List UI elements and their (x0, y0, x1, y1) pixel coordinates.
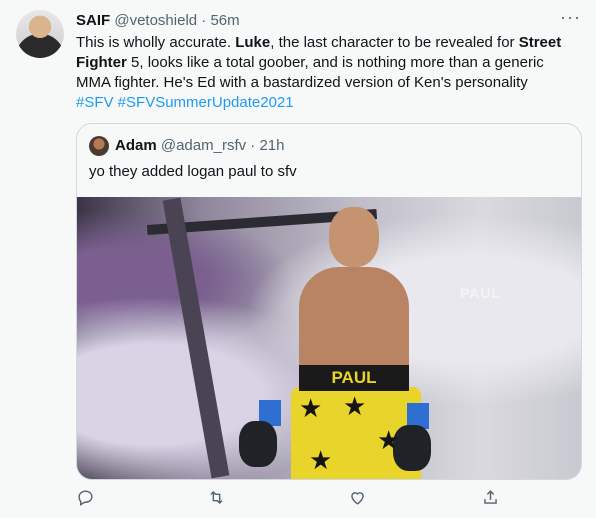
tweet-text-bold: Luke (235, 34, 271, 51)
shorts-waistband: PAUL (299, 365, 409, 391)
quoted-author-handle[interactable]: @adam_rsfv (161, 137, 246, 154)
separator-dot: · (250, 137, 256, 154)
tweet-text-part: This is wholly accurate. (76, 34, 236, 51)
quoted-text: yo they added logan paul to sfv (89, 163, 297, 180)
author-handle[interactable]: @vetoshield (114, 12, 197, 29)
shorts-star: ★ (377, 425, 401, 455)
fighter-head (329, 207, 379, 267)
avatar[interactable] (16, 10, 64, 58)
reply-icon[interactable] (76, 488, 100, 512)
left-glove (239, 421, 277, 467)
hashtags[interactable]: #SFV #SFVSummerUpdate2021 (76, 94, 294, 111)
shorts-star: ★ (309, 445, 333, 475)
shorts-star: ★ (299, 393, 323, 423)
tweet[interactable]: SAIF @vetoshield · 56m ··· This is wholl… (0, 0, 596, 518)
tweet-text: This is wholly accurate. Luke, the last … (76, 33, 576, 113)
timestamp[interactable]: 56m (210, 12, 239, 29)
separator-dot: · (201, 12, 207, 29)
shorts-star: ★ (343, 391, 367, 421)
quoted-tweet[interactable]: Adam @adam_rsfv · 21h yo they added loga… (76, 123, 582, 480)
more-horizontal-icon[interactable]: ··· (560, 8, 580, 30)
quoted-photo[interactable]: PAUL PAUL ★ ★ ★ ★ (77, 197, 581, 479)
quoted-author-name[interactable]: Adam (115, 137, 157, 154)
tweet-text-part: 5, looks like a total goober, and is not… (76, 54, 544, 91)
like-icon[interactable] (348, 488, 372, 512)
action-bar (76, 488, 497, 512)
quoted-header: Adam @adam_rsfv · 21h (115, 136, 285, 156)
quoted-avatar[interactable] (89, 136, 109, 156)
stage-pillar (162, 197, 230, 479)
author-name[interactable]: SAIF (76, 12, 110, 29)
tweet-text-part: , the last character to be revealed for (270, 34, 519, 51)
retweet-icon[interactable] (207, 488, 231, 512)
tweet-header: SAIF @vetoshield · 56m (76, 11, 240, 31)
quoted-timestamp[interactable]: 21h (259, 137, 284, 154)
share-icon[interactable] (481, 488, 505, 512)
background-sign: PAUL (460, 285, 502, 301)
